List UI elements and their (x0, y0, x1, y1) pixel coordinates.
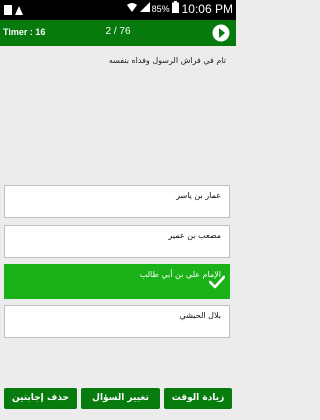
arrow-right-icon (212, 24, 230, 42)
answer-option-2[interactable]: مصعب بن عمير (4, 225, 230, 258)
check-icon (208, 274, 226, 293)
back-button[interactable] (210, 22, 232, 44)
answer-option-3[interactable]: الإمام علي بن أبي طالب (4, 264, 230, 299)
status-bar: 85% 10:06 PM (0, 0, 236, 20)
notification-icon (4, 5, 12, 15)
delete-two-answers-button[interactable]: حذف إجابتين (4, 388, 77, 409)
answer-label: عمار بن ياسر (176, 191, 221, 200)
signal-icon (139, 1, 150, 16)
battery-icon (171, 1, 179, 16)
clock: 10:06 PM (181, 1, 233, 16)
answer-label: مصعب بن عمير (168, 231, 221, 240)
battery-percent: 85% (151, 3, 170, 14)
quiz-header: Timer : 16 2 / 76 (0, 20, 236, 46)
cast-icon (15, 6, 23, 15)
answer-option-4[interactable]: بلال الحبشي (4, 305, 230, 338)
answer-label: بلال الحبشي (179, 311, 221, 320)
wifi-icon (126, 1, 138, 16)
question-progress: 2 / 76 (105, 26, 131, 37)
question-text: تام في فراش الرسول وفداه بنفسه (108, 56, 226, 65)
answer-option-1[interactable]: عمار بن ياسر (4, 185, 230, 218)
add-time-button[interactable]: زيادة الوقت (164, 388, 232, 409)
change-question-button[interactable]: تغيير السؤال (81, 388, 160, 409)
notification-icons (4, 3, 24, 21)
